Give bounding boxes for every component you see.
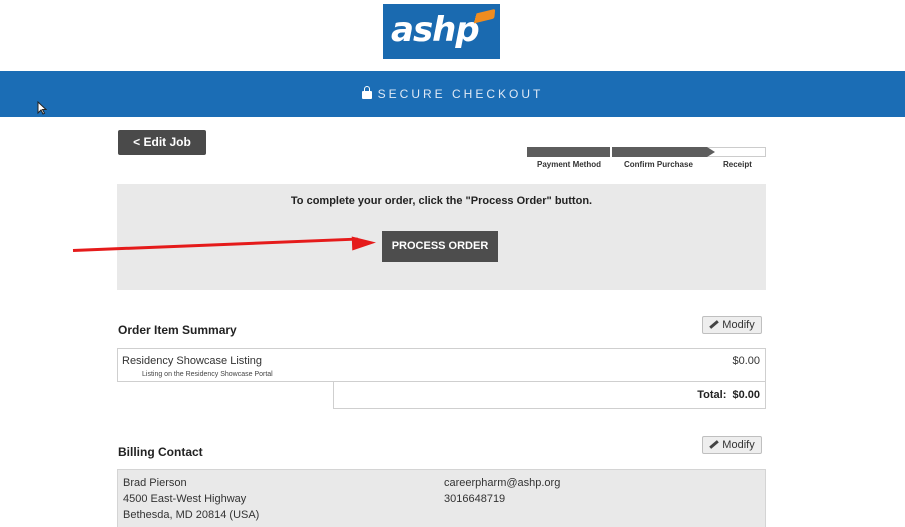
billing-contact-box: Brad Pierson 4500 East-West Highway Beth… — [117, 469, 766, 527]
ashp-logo[interactable]: ashp — [383, 4, 500, 59]
edit-job-button[interactable]: < Edit Job — [118, 130, 206, 155]
secure-checkout-banner: SECURE CHECKOUT — [0, 71, 905, 117]
billing-email: careerpharm@ashp.org — [444, 477, 561, 489]
progress-step-receipt — [707, 147, 766, 157]
billing-phone: 3016648719 — [444, 493, 506, 505]
mouse-cursor-icon — [37, 101, 47, 115]
order-summary-title: Order Item Summary — [118, 323, 237, 337]
pencil-icon — [709, 440, 720, 449]
process-order-panel: To complete your order, click the "Proce… — [117, 184, 766, 290]
progress-label-receipt: Receipt — [723, 160, 752, 169]
order-modify-button[interactable]: Modify — [702, 316, 762, 334]
banner-title: SECURE CHECKOUT — [0, 86, 905, 101]
logo-text: ashp — [391, 10, 480, 50]
pencil-icon — [709, 320, 720, 329]
billing-address-line2: Bethesda, MD 20814 (USA) — [123, 509, 260, 521]
billing-address-line1: 4500 East-West Highway — [123, 493, 247, 505]
order-total: Total: $0.00 — [697, 389, 760, 401]
progress-bar — [527, 147, 766, 157]
progress-label-payment: Payment Method — [537, 160, 602, 169]
annotation-arrow-icon — [351, 235, 377, 251]
billing-modify-button[interactable]: Modify — [702, 436, 762, 454]
billing-name: Brad Pierson — [123, 477, 187, 489]
order-modify-label: Modify — [722, 319, 755, 331]
billing-modify-label: Modify — [722, 439, 755, 451]
banner-label: SECURE CHECKOUT — [377, 87, 544, 101]
item-price: $0.00 — [732, 355, 760, 367]
progress-step-confirm — [612, 147, 715, 157]
process-order-button[interactable]: PROCESS ORDER — [382, 231, 498, 262]
lock-icon — [361, 86, 372, 99]
billing-contact-title: Billing Contact — [118, 445, 203, 459]
order-item-row: Residency Showcase Listing Listing on th… — [117, 348, 766, 382]
item-name: Residency Showcase Listing — [122, 355, 263, 367]
process-instructions: To complete your order, click the "Proce… — [290, 195, 593, 207]
item-description: Listing on the Residency Showcase Portal — [142, 371, 273, 378]
progress-label-confirm: Confirm Purchase — [624, 160, 693, 169]
checkout-progress: Payment Method Confirm Purchase Receipt — [527, 147, 766, 174]
progress-step-payment — [527, 147, 612, 157]
order-total-row: Total: $0.00 — [333, 381, 766, 409]
